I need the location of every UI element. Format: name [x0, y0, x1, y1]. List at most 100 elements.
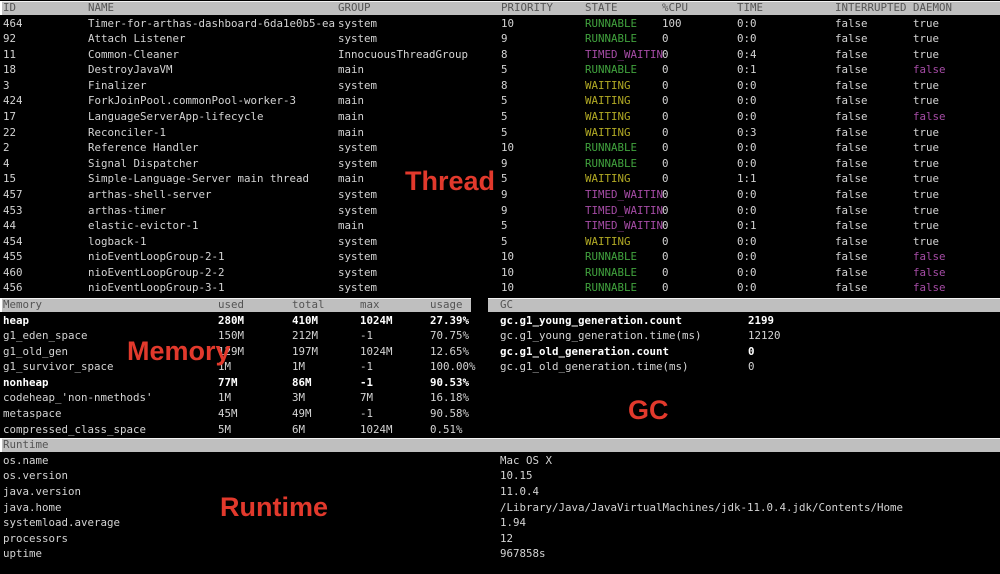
memory-max-cell: -1: [360, 329, 374, 343]
runtime-value-cell: Mac OS X: [500, 453, 553, 467]
thread-name-cell: LanguageServerApp-lifecycle: [88, 110, 264, 124]
thread-priority-cell: 5: [501, 172, 508, 186]
thread-time-cell: 0:0: [737, 141, 757, 155]
memory-used-cell: 45M: [218, 407, 238, 421]
thread-id-cell: 453: [3, 203, 23, 217]
thread-row: 453 arthas-timer system 9 TIMED_WAITIN 0…: [0, 203, 1000, 219]
thread-group-cell: system: [338, 156, 378, 170]
thread-name-cell: Attach Listener: [88, 32, 186, 46]
thread-interrupted-cell: false: [835, 281, 868, 295]
thread-priority-cell: 9: [501, 156, 508, 170]
thread-time-cell: 0:0: [737, 78, 757, 92]
thread-name-cell: nioEventLoopGroup-2-2: [88, 265, 225, 279]
runtime-value-cell: 10.15: [500, 469, 533, 483]
thread-priority-cell: 5: [501, 219, 508, 233]
thread-name-cell: arthas-timer: [88, 203, 167, 217]
thread-name-cell: Signal Dispatcher: [88, 156, 199, 170]
arthas-dashboard-terminal[interactable]: ID NAME GROUP PRIORITY STATE %CPU TIME I…: [0, 0, 1000, 574]
thread-group-cell: system: [338, 78, 378, 92]
thread-row: 22 Reconciler-1 main 5 WAITING 0 0:3 fal…: [0, 125, 1000, 141]
thread-id-cell: 424: [3, 94, 23, 108]
thread-cpu-cell: 0: [662, 219, 669, 233]
thread-id-cell: 22: [3, 125, 17, 139]
thread-name-cell: DestroyJavaVM: [88, 63, 173, 77]
memory-total-cell: 49M: [292, 407, 312, 421]
runtime-row: java.version 11.0.4: [0, 484, 1000, 500]
runtime-key-cell: java.version: [3, 484, 82, 498]
thread-priority-cell: 8: [501, 47, 508, 61]
thread-time-cell: 0:1: [737, 219, 757, 233]
runtime-value-cell: /Library/Java/JavaVirtualMachines/jdk-11…: [500, 500, 904, 514]
thread-priority-cell: 9: [501, 32, 508, 46]
thread-time-cell: 0:4: [737, 47, 757, 61]
thread-state-cell: WAITING: [585, 78, 631, 92]
thread-name-cell: nioEventLoopGroup-2-1: [88, 250, 225, 264]
thread-row: 3 Finalizer system 8 WAITING 0 0:0 false…: [0, 78, 1000, 94]
thread-id-cell: 456: [3, 281, 23, 295]
memory-max-cell: 1024M: [360, 344, 393, 358]
thread-state-cell: WAITING: [585, 125, 631, 139]
thread-priority-cell: 5: [501, 63, 508, 77]
thread-name-cell: Reconciler-1: [88, 125, 167, 139]
memory-total-cell: 410M: [292, 313, 319, 327]
thread-id-cell: 2: [3, 141, 10, 155]
gc-rows: gc.g1_young_generation.count 2199 gc.g1_…: [488, 313, 1000, 375]
thread-row: 11 Common-Cleaner InnocuousThreadGroup 8…: [0, 47, 1000, 63]
col-header-group: GROUP: [338, 1, 371, 14]
thread-state-cell: TIMED_WAITIN: [585, 203, 664, 217]
thread-priority-cell: 10: [501, 265, 515, 279]
memory-used-cell: 280M: [218, 313, 245, 327]
gc-key-cell: gc.g1_young_generation.count: [500, 313, 683, 327]
col-header-id: ID: [3, 1, 17, 14]
thread-interrupted-cell: false: [835, 16, 868, 30]
gc-key-cell: gc.g1_old_generation.count: [500, 344, 670, 358]
thread-daemon-cell: true: [913, 187, 940, 201]
gc-value-cell: 0: [748, 344, 755, 358]
runtime-key-cell: systemload.average: [3, 516, 121, 530]
memory-total-cell: 6M: [292, 422, 306, 436]
thread-interrupted-cell: false: [835, 172, 868, 186]
thread-priority-cell: 5: [501, 94, 508, 108]
gc-row: gc.g1_young_generation.count 2199: [488, 313, 1000, 329]
thread-name-cell: Simple-Language-Server main thread: [88, 172, 310, 186]
thread-priority-cell: 9: [501, 203, 508, 217]
thread-daemon-cell: true: [913, 32, 940, 46]
memory-usage-cell: 100.00%: [430, 360, 476, 374]
thread-interrupted-cell: false: [835, 94, 868, 108]
thread-interrupted-cell: false: [835, 187, 868, 201]
thread-daemon-cell: true: [913, 172, 940, 186]
thread-row: 454 logback-1 system 5 WAITING 0 0:0 fal…: [0, 234, 1000, 250]
thread-group-cell: system: [338, 16, 378, 30]
thread-cpu-cell: 0: [662, 265, 669, 279]
thread-id-cell: 4: [3, 156, 10, 170]
thread-interrupted-cell: false: [835, 219, 868, 233]
col-header-interrupted: INTERRUPTED: [835, 1, 907, 14]
thread-interrupted-cell: false: [835, 265, 868, 279]
thread-state-cell: RUNNABLE: [585, 32, 638, 46]
memory-name-cell: metaspace: [3, 407, 62, 421]
thread-id-cell: 15: [3, 172, 17, 186]
thread-priority-cell: 5: [501, 234, 508, 248]
col-header-total: total: [292, 298, 325, 312]
runtime-value-cell: 1.94: [500, 516, 527, 530]
thread-cpu-cell: 100: [662, 16, 682, 30]
thread-group-cell: system: [338, 141, 378, 155]
thread-state-cell: RUNNABLE: [585, 281, 638, 295]
thread-state-cell: RUNNABLE: [585, 16, 638, 30]
thread-interrupted-cell: false: [835, 110, 868, 124]
col-header-used: used: [218, 298, 245, 312]
col-header-max: max: [360, 298, 380, 312]
memory-max-cell: 1024M: [360, 313, 393, 327]
thread-group-cell: system: [338, 203, 378, 217]
thread-cpu-cell: 0: [662, 203, 669, 217]
thread-name-cell: nioEventLoopGroup-3-1: [88, 281, 225, 295]
thread-row: 44 elastic-evictor-1 main 5 TIMED_WAITIN…: [0, 218, 1000, 234]
thread-row: 18 DestroyJavaVM main 5 RUNNABLE 0 0:1 f…: [0, 62, 1000, 78]
memory-name-cell: g1_eden_space: [3, 329, 88, 343]
thread-interrupted-cell: false: [835, 47, 868, 61]
thread-cpu-cell: 0: [662, 125, 669, 139]
thread-group-cell: main: [338, 219, 365, 233]
thread-time-cell: 0:0: [737, 234, 757, 248]
thread-row: 455 nioEventLoopGroup-2-1 system 10 RUNN…: [0, 249, 1000, 265]
memory-usage-cell: 90.53%: [430, 375, 470, 389]
